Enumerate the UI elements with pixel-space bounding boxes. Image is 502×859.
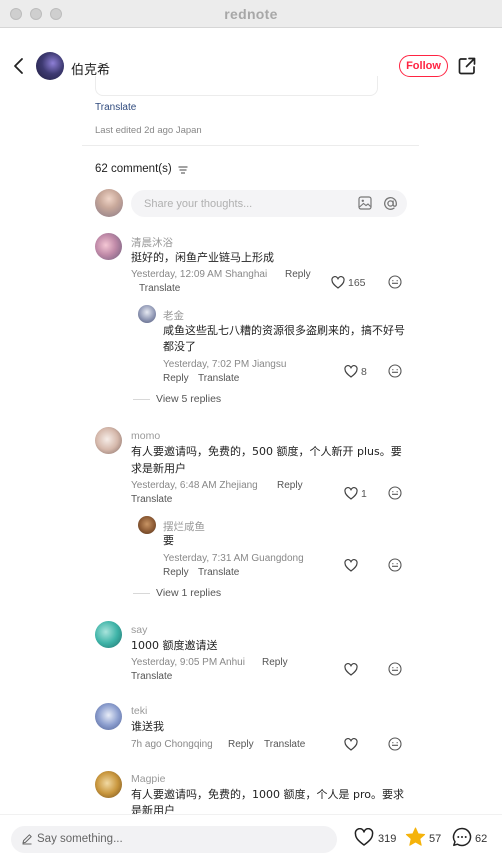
reply-button[interactable]: Reply	[285, 269, 311, 280]
comment-meta: Yesterday, 9:05 PM Anhui	[131, 657, 245, 668]
commenter-avatar[interactable]	[95, 771, 122, 798]
reply-button[interactable]: Reply	[228, 739, 254, 750]
reply-button[interactable]: Reply	[277, 480, 303, 491]
like-heart-icon[interactable]	[354, 828, 374, 846]
commenter-name[interactable]: say	[131, 624, 147, 636]
translate-button[interactable]: Translate	[198, 567, 239, 578]
emoji-reaction-icon[interactable]	[388, 558, 402, 572]
author-avatar[interactable]	[36, 52, 64, 80]
pencil-icon	[22, 834, 32, 845]
bottom-action-bar: Say something... 319 57 62	[0, 814, 502, 859]
reply-button[interactable]: Reply	[163, 567, 189, 578]
like-count: 1	[361, 488, 367, 500]
share-icon[interactable]	[457, 56, 477, 76]
post-star-count: 57	[429, 833, 442, 845]
comment-meta: Yesterday, 12:09 AM Shanghai	[131, 269, 268, 280]
commenter-avatar[interactable]	[95, 427, 122, 454]
reply-text-line-2: 都没了	[163, 340, 196, 353]
follow-button[interactable]: Follow	[399, 55, 448, 77]
reply-meta: Yesterday, 7:02 PM Jiangsu	[163, 359, 287, 370]
like-heart-icon[interactable]	[344, 738, 358, 751]
view-replies-divider	[133, 593, 150, 594]
view-replies-link[interactable]: View 5 replies	[156, 393, 221, 405]
like-heart-icon[interactable]	[344, 487, 358, 500]
image-icon[interactable]	[358, 196, 372, 210]
sort-icon[interactable]	[178, 166, 188, 174]
translate-button[interactable]: Translate	[131, 671, 172, 682]
reply-button[interactable]: Reply	[163, 373, 189, 384]
comment-text-line-1: 有人要邀请吗，免费的，500 额度，个人新开 plus。要	[131, 445, 402, 458]
post-like-count: 319	[378, 833, 397, 845]
say-something-placeholder: Say something...	[37, 833, 123, 845]
like-heart-icon[interactable]	[331, 276, 345, 289]
comment-text: 谁送我	[131, 720, 164, 733]
reply-text-line-1: 咸鱼这些乱七八糟的资源很多盗刷来的，搞不好号	[163, 324, 405, 337]
replier-avatar[interactable]	[138, 305, 156, 323]
view-replies-link[interactable]: View 1 replies	[156, 587, 221, 599]
divider	[82, 145, 419, 146]
emoji-reaction-icon[interactable]	[388, 662, 402, 676]
like-heart-icon[interactable]	[344, 559, 358, 572]
comment-text: 挺好的，闲鱼产业链马上形成	[131, 251, 274, 264]
commenter-name[interactable]: teki	[131, 705, 147, 717]
commenter-avatar[interactable]	[95, 233, 122, 260]
say-something-input[interactable]: Say something...	[11, 826, 337, 853]
emoji-reaction-icon[interactable]	[388, 737, 402, 751]
replier-avatar[interactable]	[138, 516, 156, 534]
view-replies-divider	[133, 399, 150, 400]
post-comment-count: 62	[475, 833, 488, 845]
back-arrow-icon[interactable]	[12, 57, 26, 75]
commenter-name[interactable]: 清晨沐浴	[131, 235, 173, 250]
like-heart-icon[interactable]	[344, 663, 358, 676]
like-heart-icon[interactable]	[344, 365, 358, 378]
comment-text-line-1: 有人要邀请吗，免费的，1000 额度，个人是 pro。要求	[131, 788, 404, 801]
star-icon[interactable]	[405, 827, 426, 847]
mention-icon[interactable]	[383, 196, 398, 211]
emoji-reaction-icon[interactable]	[388, 364, 402, 378]
comment-meta: 7h ago Chongqing	[131, 739, 213, 750]
translate-button[interactable]: Translate	[198, 373, 239, 384]
post-translate-link[interactable]: Translate	[95, 102, 136, 113]
commenter-name[interactable]: Magpie	[131, 773, 165, 785]
emoji-reaction-icon[interactable]	[388, 486, 402, 500]
comment-text-line-2: 求是新用户	[131, 462, 186, 475]
comment-text: 1000 额度邀请送	[131, 639, 218, 652]
current-user-avatar	[95, 189, 123, 217]
reply-button[interactable]: Reply	[262, 657, 288, 668]
app-title: rednote	[224, 6, 278, 22]
translate-button[interactable]: Translate	[139, 283, 180, 294]
window-titlebar: rednote	[0, 0, 502, 28]
like-count: 8	[361, 366, 367, 378]
comment-count: 62 comment(s)	[95, 163, 172, 175]
commenter-name[interactable]: momo	[131, 430, 160, 442]
emoji-reaction-icon[interactable]	[388, 275, 402, 289]
last-edited-label: Last edited 2d ago Japan	[95, 125, 202, 136]
reply-text: 要	[163, 534, 174, 547]
post-content-card-edge	[95, 76, 378, 96]
translate-button[interactable]: Translate	[131, 494, 172, 505]
reply-meta: Yesterday, 7:31 AM Guangdong	[163, 553, 304, 564]
like-count: 165	[348, 277, 366, 289]
comment-meta: Yesterday, 6:48 AM Zhejiang	[131, 480, 258, 491]
translate-button[interactable]: Translate	[264, 739, 305, 750]
comment-bubble-icon[interactable]	[452, 827, 472, 847]
replier-name[interactable]: 老金	[163, 308, 184, 323]
commenter-avatar[interactable]	[95, 703, 122, 730]
commenter-avatar[interactable]	[95, 621, 122, 648]
